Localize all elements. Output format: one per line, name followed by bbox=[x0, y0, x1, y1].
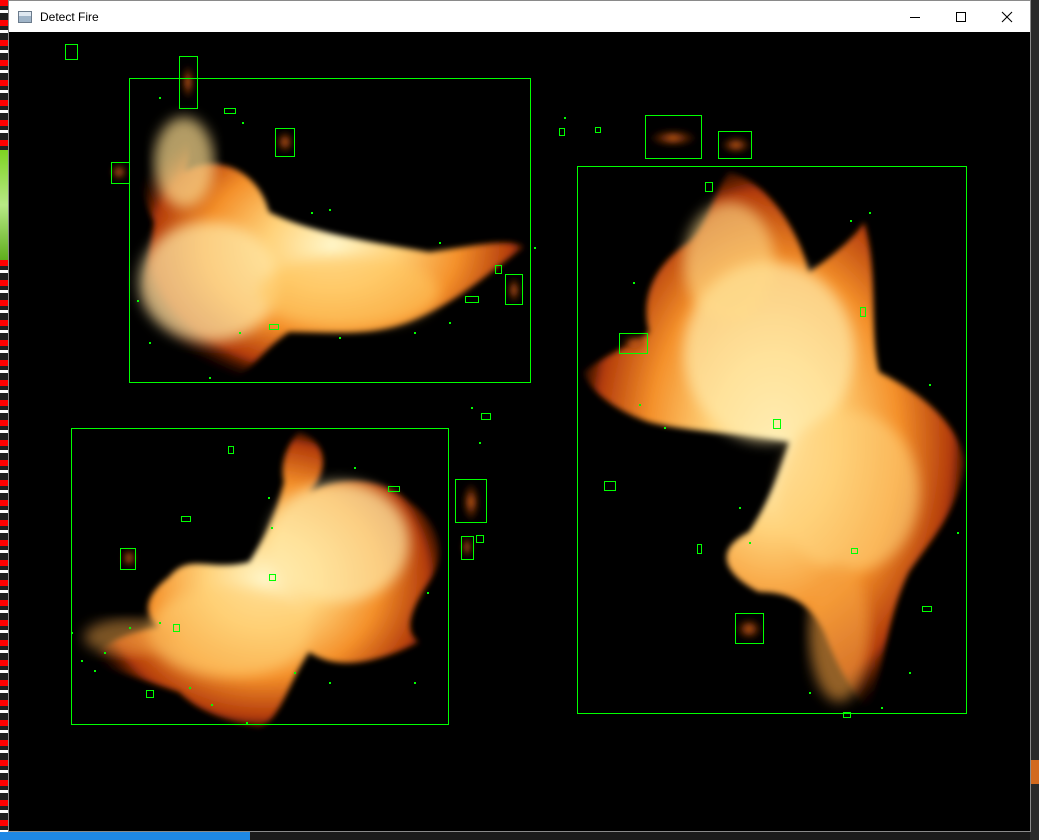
close-button[interactable] bbox=[984, 1, 1030, 32]
bbox-small bbox=[465, 296, 479, 303]
taskbar-edge bbox=[0, 832, 250, 840]
fire-region-right bbox=[584, 172, 964, 712]
bbox-small bbox=[922, 606, 932, 612]
maximize-icon bbox=[956, 11, 966, 22]
minimize-icon bbox=[910, 16, 920, 18]
bbox-small bbox=[595, 127, 601, 133]
detect-fire-window: Detect Fire bbox=[8, 0, 1031, 832]
bbox-small bbox=[228, 446, 234, 454]
close-icon bbox=[1001, 11, 1013, 22]
app-window-icon bbox=[18, 10, 32, 23]
fire-region-bottom-left bbox=[84, 432, 440, 727]
bbox-small bbox=[181, 516, 191, 522]
detection-image bbox=[9, 32, 1030, 831]
bbox-small bbox=[476, 535, 484, 543]
window-title: Detect Fire bbox=[40, 9, 99, 24]
bbox-small bbox=[146, 690, 154, 698]
desktop-edge-right bbox=[1030, 0, 1039, 840]
bbox-small bbox=[481, 413, 491, 420]
desktop-edge-orange bbox=[1030, 760, 1039, 784]
bbox-small bbox=[697, 544, 702, 554]
desktop-edge-green bbox=[0, 150, 8, 260]
bbox-small bbox=[705, 182, 713, 192]
detection-overlay bbox=[65, 44, 967, 727]
minimize-button[interactable] bbox=[892, 1, 938, 32]
bbox-small bbox=[65, 44, 78, 60]
fire-region-top-left bbox=[139, 110, 524, 381]
bbox-small bbox=[224, 108, 236, 114]
maximize-button[interactable] bbox=[938, 1, 984, 32]
bbox-small bbox=[604, 481, 616, 491]
title-bar[interactable]: Detect Fire bbox=[9, 1, 1030, 32]
bbox-small bbox=[559, 128, 565, 136]
desktop-edge-left bbox=[0, 0, 8, 840]
window-controls bbox=[892, 1, 1030, 32]
